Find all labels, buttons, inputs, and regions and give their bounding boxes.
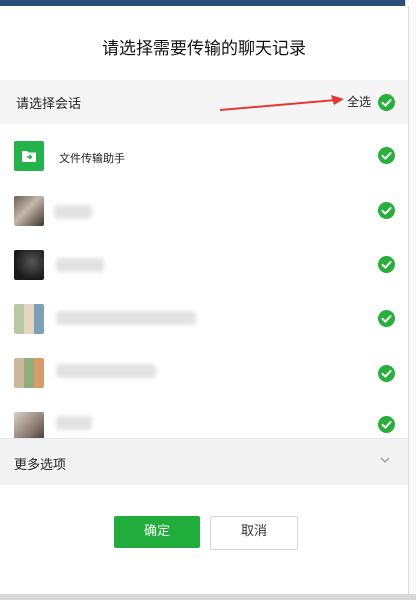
section-label: 请选择会话 — [16, 97, 82, 112]
conversation-row[interactable] — [0, 352, 408, 408]
check-icon — [381, 152, 392, 160]
row-checkbox[interactable] — [378, 256, 395, 273]
blurred-name — [56, 364, 156, 378]
confirm-button[interactable]: 确定 — [114, 516, 200, 548]
transfer-chat-dialog: 请选择需要传输的聊天记录 请选择会话 全选 文件传输助手 更多选项 确定 取消 — [0, 6, 409, 594]
group-avatar — [14, 304, 44, 334]
blurred-name — [56, 258, 104, 272]
blurred-name — [54, 205, 92, 219]
more-options-label: 更多选项 — [14, 458, 67, 473]
row-checkbox[interactable] — [378, 365, 395, 382]
conversation-row[interactable] — [0, 184, 408, 240]
annotation-arrow-icon — [219, 95, 344, 111]
check-icon — [381, 261, 392, 269]
check-icon — [381, 207, 392, 215]
file-transfer-icon — [14, 141, 44, 171]
check-icon — [381, 421, 392, 429]
conversation-list[interactable]: 文件传输助手 — [0, 124, 408, 438]
conversation-row[interactable] — [0, 408, 408, 438]
select-all-checkbox[interactable] — [378, 94, 395, 111]
group-avatar — [14, 358, 44, 388]
conversation-row[interactable] — [0, 296, 408, 352]
conversation-row[interactable]: 文件传输助手 — [0, 128, 408, 184]
background-window-bottom — [0, 594, 416, 600]
row-checkbox[interactable] — [378, 147, 395, 164]
more-options[interactable]: 更多选项 — [0, 438, 408, 485]
conversation-row[interactable] — [0, 240, 408, 296]
conversation-name: 文件传输助手 — [59, 152, 125, 165]
avatar — [14, 196, 44, 226]
check-icon — [381, 370, 392, 378]
row-checkbox[interactable] — [378, 202, 395, 219]
check-icon — [381, 315, 392, 323]
row-checkbox[interactable] — [378, 310, 395, 327]
blurred-name — [56, 416, 92, 430]
select-all-label[interactable]: 全选 — [347, 93, 371, 110]
row-checkbox[interactable] — [378, 416, 395, 433]
avatar — [14, 412, 44, 438]
avatar — [14, 250, 44, 280]
blurred-name — [56, 311, 196, 325]
section-header: 请选择会话 全选 — [0, 80, 408, 124]
dialog-title: 请选择需要传输的聊天记录 — [102, 39, 306, 59]
check-icon — [381, 99, 392, 107]
cancel-button[interactable]: 取消 — [210, 516, 298, 550]
chevron-down-icon[interactable] — [380, 457, 390, 464]
